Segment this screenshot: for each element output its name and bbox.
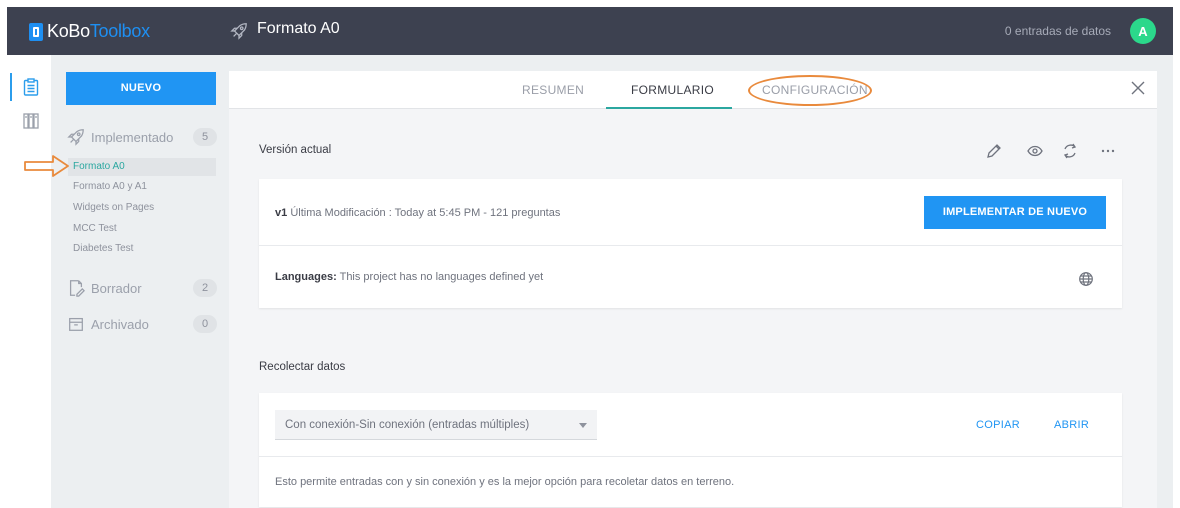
current-version-card: v1 Última Modificación : Today at 5:45 P… [259,179,1122,308]
tab-summary[interactable]: RESUMEN [522,83,584,97]
sidebar-item-diabetes-test[interactable]: Diabetes Test [68,240,216,258]
kobotoolbox-logo[interactable]: KoBoToolbox [29,21,150,42]
logo-text-kobo: KoBo [47,21,90,41]
pencil-icon[interactable] [985,142,1003,160]
logo-text-toolbox: Toolbox [89,21,150,41]
sidebar-item-formato-a0[interactable]: Formato A0 [68,158,216,176]
languages-row: Languages: This project has no languages… [259,246,1122,308]
forms-icon[interactable] [23,78,39,96]
close-icon[interactable] [1129,79,1147,97]
entries-count: 0 entradas de datos [1004,24,1111,38]
collect-method-row: Con conexión-Sin conexión (entradas múlt… [259,393,1122,457]
sidebar-group-label: Implementado [91,129,174,145]
active-tab-underline [606,107,732,109]
logo-icon [29,22,43,41]
icon-rail [7,55,51,508]
tab-form[interactable]: FORMULARIO [631,83,714,97]
app-frame: KoBoToolbox Formato A0 0 entradas de dat… [7,7,1173,508]
redeploy-button[interactable]: IMPLEMENTAR DE NUEVO [924,196,1106,229]
sidebar-group-archived[interactable]: Archivado 0 [67,311,217,337]
collect-description: Esto permite entradas con y sin conexión… [275,476,735,488]
rail-active-indicator [10,73,12,101]
user-avatar[interactable]: A [1130,18,1156,44]
collect-data-title: Recolectar datos [259,361,346,373]
annotation-arrow-icon [24,155,69,177]
copy-button[interactable]: COPIAR [976,419,1020,431]
sidebar-item-formato-a0-a1[interactable]: Formato A0 y A1 [68,178,216,196]
count-badge: 2 [193,279,217,297]
project-title: Formato A0 [257,20,340,37]
archive-icon [69,317,83,331]
sidebar-group-label: Borrador [91,280,142,296]
version-row: v1 Última Modificación : Today at 5:45 P… [259,179,1122,246]
sidebar-item-widgets-on-pages[interactable]: Widgets on Pages [68,199,216,217]
collect-description-row: Esto permite entradas con y sin conexión… [259,457,1122,507]
more-icon[interactable] [1099,142,1117,160]
sidebar-group-draft[interactable]: Borrador 2 [67,275,217,301]
refresh-icon[interactable] [1061,142,1079,160]
globe-icon[interactable] [1078,271,1094,287]
eye-icon[interactable] [1026,142,1044,160]
languages-label: Languages: [275,271,337,283]
current-version-title: Versión actual [259,144,332,156]
sidebar-item-mcc-test[interactable]: MCC Test [68,220,216,238]
version-modified: Última Modificación : Today at 5:45 PM -… [290,207,561,219]
sidebar: NUEVO Implementado 5 Formato A0 Formato … [51,55,229,508]
count-badge: 0 [193,315,217,333]
languages-value: This project has no languages defined ye… [339,271,544,283]
chevron-down-icon [579,423,587,428]
version-label: v1 [275,207,288,219]
rocket-icon [230,23,247,40]
open-button[interactable]: ABRIR [1054,419,1089,431]
draft-icon [69,280,85,297]
count-badge: 5 [193,128,217,146]
main-panel: RESUMEN FORMULARIO CONFIGURACIÓN Versión… [229,71,1157,508]
top-bar: KoBoToolbox Formato A0 0 entradas de dat… [7,7,1173,55]
collect-data-card: Con conexión-Sin conexión (entradas múlt… [259,393,1122,507]
new-project-button[interactable]: NUEVO [66,72,216,105]
sidebar-group-label: Archivado [91,316,149,332]
tab-bar: RESUMEN FORMULARIO CONFIGURACIÓN [229,71,1157,109]
rocket-icon [67,129,84,146]
annotation-circle [748,75,872,106]
select-value: Con conexión-Sin conexión (entradas múlt… [285,419,530,431]
library-icon[interactable] [23,112,39,130]
sidebar-group-deployed[interactable]: Implementado 5 [67,124,217,150]
collect-method-select[interactable]: Con conexión-Sin conexión (entradas múlt… [275,410,597,440]
